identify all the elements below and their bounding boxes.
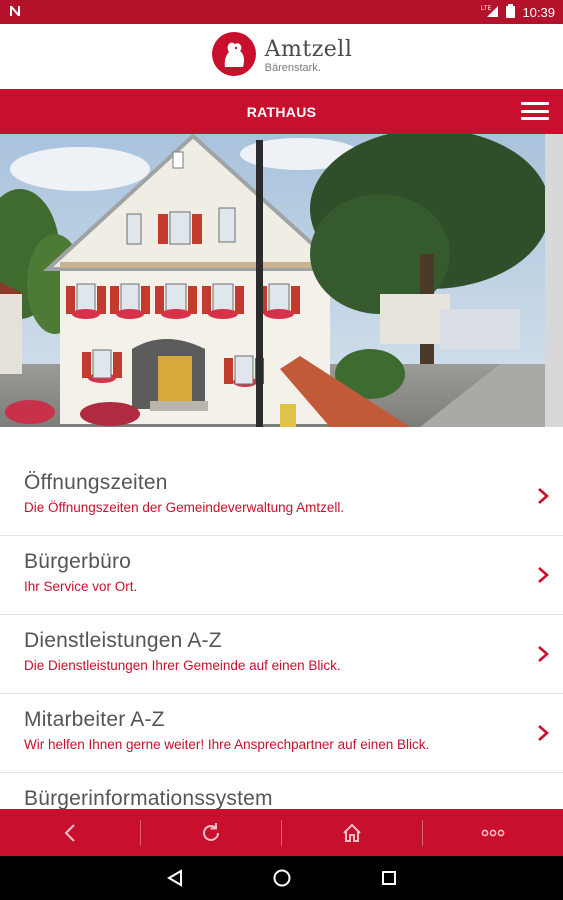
list-item-subtitle: Die Öffnungszeiten der Gemeindeverwaltun… [24,500,345,515]
chevron-right-icon [538,567,549,583]
logo[interactable]: Amtzell Bärenstark. [211,31,353,82]
svg-text:LTE: LTE [481,6,492,12]
lte-signal-icon: LTE [481,4,499,21]
logo-subtitle: Bärenstark. [264,62,321,74]
chevron-right-icon [538,488,549,504]
list-item-title: Bürgerbüro [24,550,132,573]
android-nav-bar [0,856,563,900]
list-item-mitarbeiter[interactable]: Mitarbeiter A-Z Wir helfen Ihnen gerne w… [0,694,563,773]
reload-icon [203,822,219,841]
hamburger-menu-icon[interactable] [521,100,549,122]
list-item-oeffnungszeiten[interactable]: Öffnungszeiten Die Öffnungszeiten der Ge… [0,457,563,536]
bottom-toolbar [0,809,563,856]
battery-icon [506,3,516,21]
list-item-title: Bürgerinformationssystem [24,787,273,809]
logo-header: Amtzell Bärenstark. [0,24,563,89]
menu-list: Öffnungszeiten Die Öffnungszeiten der Ge… [0,457,563,809]
home-icon [343,823,361,842]
list-item-buergerbuero[interactable]: Bürgerbüro Ihr Service vor Ort. [0,536,563,615]
bear-logo-icon [211,31,257,82]
status-time: 10:39 [522,4,555,20]
nav-recents-icon[interactable] [380,869,398,887]
logo-title: Amtzell [264,37,353,62]
page-title: RATHAUS [246,103,317,120]
back-icon [64,823,75,842]
chevron-right-icon [538,646,549,662]
list-item-title: Mitarbeiter A-Z [24,708,165,731]
reload-button[interactable] [141,809,281,856]
list-item-buergerinformationssystem[interactable]: Bürgerinformationssystem [0,773,563,809]
chevron-right-icon [538,725,549,741]
more-button[interactable] [423,809,563,856]
status-bar: LTE 10:39 [0,0,563,24]
nav-home-icon[interactable] [272,868,292,888]
home-button[interactable] [282,809,422,856]
more-icon [481,829,505,836]
list-item-dienstleistungen[interactable]: Dienstleistungen A-Z Die Dienstleistunge… [0,615,563,694]
n-icon [8,4,22,21]
list-item-title: Öffnungszeiten [24,471,168,494]
town-hall-photo [0,134,563,427]
list-item-subtitle: Wir helfen Ihnen gerne weiter! Ihre Ansp… [24,737,430,752]
back-button[interactable] [0,809,140,856]
list-item-subtitle: Ihr Service vor Ort. [24,579,138,594]
nav-back-icon[interactable] [166,869,184,887]
list-item-title: Dienstleistungen A-Z [24,629,222,652]
title-bar: RATHAUS [0,89,563,134]
list-item-subtitle: Die Dienstleistungen Ihrer Gemeinde auf … [24,658,341,673]
